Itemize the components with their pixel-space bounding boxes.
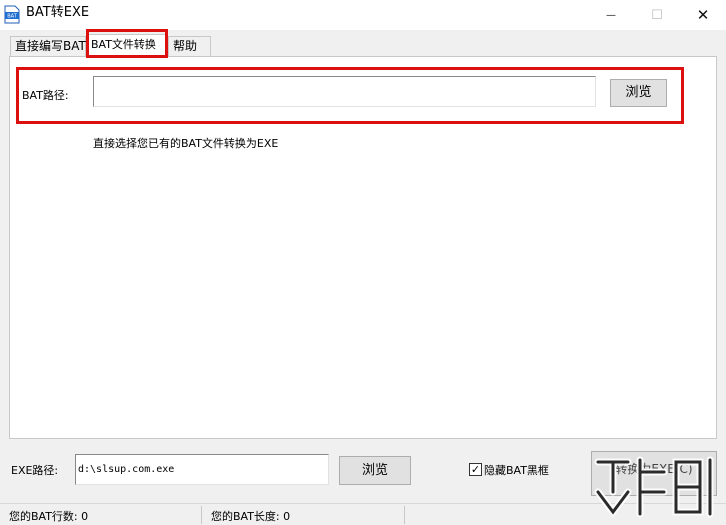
window-title: BAT转EXE [26,5,90,20]
tab-content-panel [9,56,717,439]
exe-path-input[interactable]: d:\slsup.com.exe [75,454,329,485]
bat-length-status: 您的BAT长度: 0 [211,510,291,523]
minimize-button[interactable]: — [588,0,634,30]
tab-label: 直接编写BAT [15,39,86,53]
hide-bat-checkbox[interactable]: ✓ [469,463,482,476]
browse-exe-button[interactable]: 浏览 [339,456,411,485]
bat-path-input[interactable] [93,76,596,107]
maximize-icon: ☐ [651,7,663,23]
maximize-button[interactable]: ☐ [634,0,680,30]
bat-path-label: BAT路径: [22,89,69,102]
title-bar: BAT BAT转EXE — ☐ ✕ [0,0,726,30]
minimize-icon: — [606,9,616,21]
browse-bat-button[interactable]: 浏览 [610,79,667,107]
bat-file-icon: BAT [4,5,20,24]
close-button[interactable]: ✕ [680,0,726,30]
bat-lines-status: 您的BAT行数: 0 [9,510,89,523]
status-separator [201,506,202,524]
status-bar: 您的BAT行数: 0 您的BAT长度: 0 [0,503,726,525]
tab-help[interactable]: 帮助 [168,36,211,56]
convert-to-exe-button[interactable]: 转换为EXE(C) [591,451,717,496]
tab-bat-convert[interactable]: BAT文件转换 [86,34,168,57]
hide-bat-checkbox-label[interactable]: 隐藏BAT黑框 [484,462,549,478]
exe-path-label: EXE路径: [11,464,59,477]
status-separator [404,506,405,524]
tab-write-bat[interactable]: 直接编写BAT [10,36,86,56]
tab-label: BAT文件转换 [91,38,156,51]
hint-text: 直接选择您已有的BAT文件转换为EXE [93,137,279,150]
tab-bar: 直接编写BAT BAT文件转换 帮助 [0,34,726,57]
close-icon: ✕ [696,6,710,24]
svg-text:BAT: BAT [7,14,17,20]
tab-label: 帮助 [173,39,198,53]
